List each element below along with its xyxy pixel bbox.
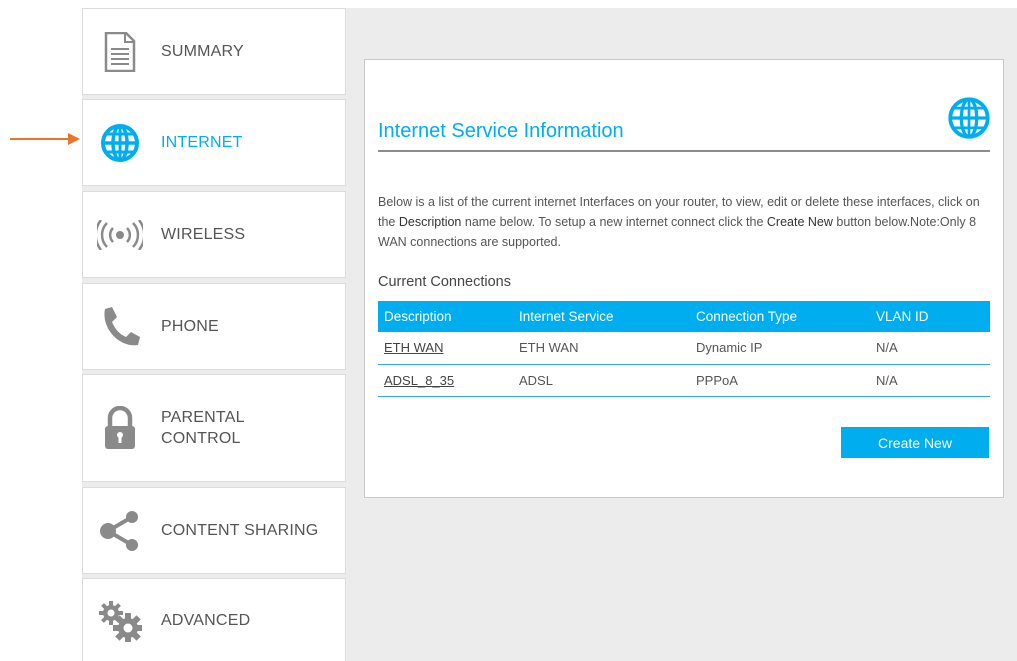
sidebar-item-content-sharing[interactable]: CONTENT SHARING	[82, 487, 346, 574]
column-header: Description	[378, 301, 513, 332]
gears-icon	[89, 579, 151, 661]
sidebar-item-label: PHONE	[161, 318, 219, 335]
page-title: Internet Service Information	[378, 120, 624, 142]
sidebar-item-label: CONTENT SHARING	[161, 522, 319, 539]
section-title: Current Connections	[378, 274, 511, 290]
column-header: Connection Type	[690, 301, 870, 332]
sidebar-item-label: PARENTAL CONTROL	[161, 409, 245, 447]
table-cell: ETH WAN	[378, 332, 513, 365]
sidebar-item-advanced[interactable]: ADVANCED	[82, 578, 346, 661]
sidebar-item-summary[interactable]: SUMMARY	[82, 8, 346, 95]
sidebar-item-label: WIRELESS	[161, 226, 246, 243]
description-emphasis: Create New	[766, 215, 833, 229]
sidebar-item-wireless[interactable]: WIRELESS	[82, 191, 346, 278]
table-cell: N/A	[870, 332, 990, 365]
globe-icon	[948, 97, 990, 139]
share-icon	[89, 488, 151, 573]
description-text: name below. To setup a new internet conn…	[461, 215, 767, 229]
sidebar-item-label: SUMMARY	[161, 43, 244, 60]
lock-icon	[89, 375, 151, 481]
connection-link[interactable]: ADSL_8_35	[384, 373, 454, 388]
table-cell: ADSL	[513, 364, 690, 397]
panel-description: Below is a list of the current internet …	[378, 192, 990, 252]
connection-link[interactable]: ETH WAN	[384, 340, 443, 355]
table-cell: ETH WAN	[513, 332, 690, 365]
sidebar-item-internet[interactable]: INTERNET	[82, 99, 346, 186]
table-row: ETH WAN ETH WAN Dynamic IP N/A	[378, 332, 990, 365]
sidebar-item-label: ADVANCED	[161, 612, 251, 629]
phone-icon	[89, 284, 151, 369]
sidebar-item-parental-control[interactable]: PARENTAL CONTROL	[82, 374, 346, 482]
column-header: Internet Service	[513, 301, 690, 332]
table-row: ADSL_8_35 ADSL PPPoA N/A	[378, 364, 990, 397]
sidebar-item-phone[interactable]: PHONE	[82, 283, 346, 370]
internet-service-panel: Internet Service Information Below is a …	[364, 59, 1004, 498]
connections-table: Description Internet Service Connection …	[378, 301, 990, 397]
table-cell: Dynamic IP	[690, 332, 870, 365]
sidebar: SUMMARY INTERNET WIRELESS PHONE PARENTAL…	[82, 8, 347, 661]
table-header-row: Description Internet Service Connection …	[378, 301, 990, 332]
create-new-button[interactable]: Create New	[841, 427, 989, 458]
table-cell: ADSL_8_35	[378, 364, 513, 397]
document-icon	[89, 9, 151, 94]
column-header: VLAN ID	[870, 301, 990, 332]
table-cell: N/A	[870, 364, 990, 397]
table-cell: PPPoA	[690, 364, 870, 397]
globe-icon	[89, 100, 151, 185]
title-divider	[378, 150, 990, 152]
sidebar-item-label: INTERNET	[161, 134, 243, 151]
wireless-signal-icon	[89, 192, 151, 277]
pointer-arrow-icon	[10, 133, 80, 145]
description-emphasis: Description	[398, 215, 462, 229]
